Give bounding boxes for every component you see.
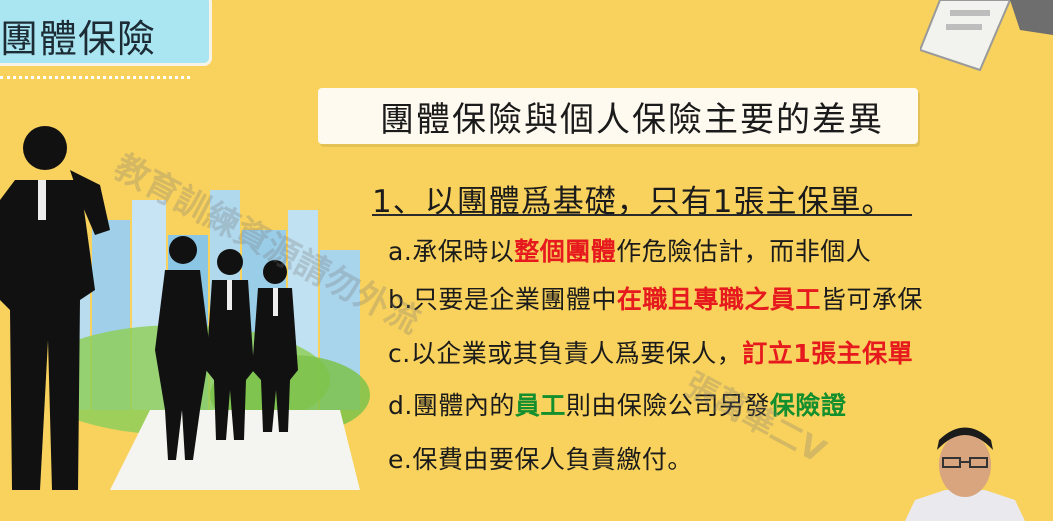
item-a-text-1: a.承保時以	[388, 237, 515, 266]
item-d-text-1: d.團體內的	[388, 391, 515, 420]
item-d: d.團體內的員工則由保險公司另發保險證	[388, 386, 846, 422]
item-c: c.以企業或其負責人爲要保人，訂立1張主保單	[388, 334, 913, 370]
point-1-underline	[372, 214, 912, 216]
item-d-highlight: 員工	[514, 391, 566, 420]
item-b: b.只要是企業團體中在職且專職之員工皆可承保	[388, 280, 923, 316]
item-a-highlight: 整個團體	[514, 237, 617, 266]
item-c-highlight: 訂立1張主保單	[742, 339, 914, 368]
item-c-text-1: c.以企業或其負責人爲要保人，	[388, 339, 743, 368]
presenter-webcam	[905, 427, 1025, 521]
item-d-highlight-2: 保險證	[769, 391, 847, 420]
corner-decoration	[920, 0, 1053, 72]
item-b-text-2: 皆可承保	[820, 285, 923, 314]
item-b-text-1: b.只要是企業團體中	[388, 285, 617, 314]
item-e: e.保費由要保人負責繳付。	[388, 440, 693, 476]
business-people-silhouette	[0, 126, 298, 490]
dotted-divider	[0, 76, 190, 79]
slide-canvas: 團體保險 團體保險與個人保險主要的差異 1、以團體爲基礎，只有1張主保單。 a.…	[0, 0, 1053, 521]
slide-heading: 團體保險與個人保險主要的差異	[380, 100, 884, 140]
item-e-text: e.保費由要保人負責繳付。	[388, 445, 693, 474]
item-b-highlight: 在職且專職之員工	[616, 285, 821, 314]
item-d-text-2: 則由保險公司另發	[565, 391, 770, 420]
item-a-text-2: 作危險估計，而非個人	[616, 237, 872, 266]
item-a: a.承保時以整個團體作危險估計，而非個人	[388, 232, 871, 268]
slide-title: 團體保險	[0, 17, 157, 61]
